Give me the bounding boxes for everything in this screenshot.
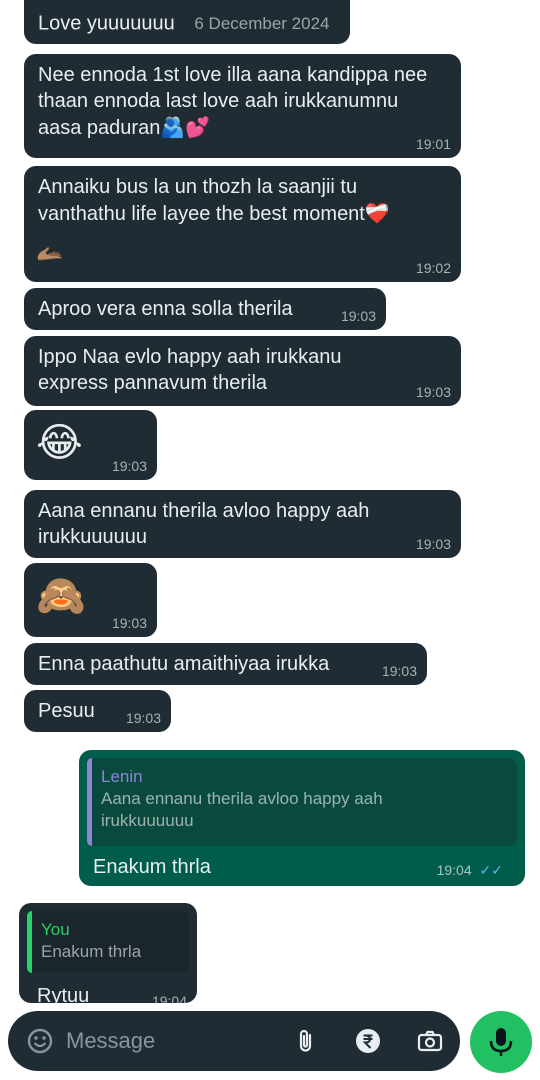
message-text: Aproo vera enna solla therila bbox=[38, 298, 293, 320]
message-input[interactable]: Message bbox=[66, 1028, 155, 1054]
message-time: 19:03 bbox=[125, 710, 161, 726]
see-no-evil-monkey-emoji: 🙈 bbox=[36, 573, 86, 619]
rupee-icon[interactable] bbox=[354, 1027, 382, 1055]
message-bubble[interactable]: Ippo Naa evlo happy aah irukkanu express… bbox=[24, 336, 461, 406]
outgoing-message-bubble[interactable]: Lenin Aana ennanu therila avloo happy aa… bbox=[79, 750, 525, 886]
message-time: 19:03 bbox=[340, 308, 376, 324]
message-time: 19:04 ✓✓ bbox=[437, 862, 503, 878]
mic-button[interactable] bbox=[470, 1011, 532, 1073]
message-time: 19:01 bbox=[415, 136, 451, 152]
quoted-message[interactable]: You Enakum thrla bbox=[27, 911, 189, 973]
message-time: 19:03 bbox=[111, 615, 147, 631]
quote-text: Enakum thrla bbox=[41, 942, 142, 961]
message-time: 19:02 bbox=[415, 260, 451, 276]
message-bubble[interactable]: You Enakum thrla Rytuu 19:04 bbox=[19, 903, 197, 1003]
emoji-message-bubble[interactable]: 🙈 19:03 bbox=[24, 563, 157, 637]
quote-author: You bbox=[41, 920, 70, 939]
message-text: Ippo Naa evlo happy aah irukkanu express… bbox=[38, 346, 342, 394]
mending-heart-emoji: ❤️‍🩹 bbox=[364, 201, 390, 225]
message-bubble[interactable]: Nee ennoda 1st love illa aana kandippa n… bbox=[24, 54, 461, 158]
message-text: Nee ennoda 1st love illa aana kandippa n… bbox=[38, 64, 428, 139]
message-time-value: 19:04 bbox=[436, 862, 472, 878]
message-composer[interactable]: Message bbox=[8, 1011, 460, 1071]
message-text: Aana ennanu therila avloo happy aah iruk… bbox=[38, 500, 370, 548]
quote-bar bbox=[27, 911, 32, 973]
date-chip: 6 December 2024 bbox=[188, 8, 336, 40]
message-bubble[interactable]: Aproo vera enna solla therila 19:03 bbox=[24, 288, 386, 330]
hug-heart-emoji: 🫂💕 bbox=[160, 115, 211, 139]
quote-author: Lenin bbox=[101, 767, 143, 786]
message-time: 19:03 bbox=[415, 536, 451, 552]
message-text: Annaiku bus la un thozh la saanjii tu va… bbox=[38, 176, 365, 225]
message-bubble[interactable]: Enna paathutu amaithiyaa irukka 19:03 bbox=[24, 643, 427, 685]
message-time: 19:04 bbox=[151, 993, 187, 1003]
emoji-icon[interactable] bbox=[26, 1027, 54, 1055]
message-bubble[interactable]: Pesuu 19:03 bbox=[24, 690, 171, 732]
emoji-message-bubble[interactable]: 😂 19:03 bbox=[24, 410, 157, 480]
attach-icon[interactable] bbox=[292, 1027, 320, 1055]
mic-icon bbox=[489, 1028, 513, 1056]
message-time: 19:03 bbox=[381, 663, 417, 679]
message-bubble[interactable]: Annaiku bus la un thozh la saanjii tu va… bbox=[24, 166, 461, 282]
quote-text: Aana ennanu therila avloo happy aah iruk… bbox=[101, 789, 383, 830]
tears-of-joy-emoji: 😂 bbox=[36, 420, 83, 466]
message-text: Enna paathutu amaithiyaa irukka bbox=[38, 653, 330, 675]
message-time: 19:03 bbox=[111, 458, 147, 474]
message-bubble[interactable]: Aana ennanu therila avloo happy aah iruk… bbox=[24, 490, 461, 558]
read-ticks-icon: ✓✓ bbox=[479, 862, 503, 878]
message-bubble[interactable]: Love yuuuuuuu 6 December 2024 bbox=[24, 0, 350, 44]
message-text: Pesuu bbox=[38, 700, 95, 722]
quoted-message[interactable]: Lenin Aana ennanu therila avloo happy aa… bbox=[87, 758, 517, 846]
camera-icon[interactable] bbox=[416, 1027, 444, 1055]
message-text: Love yuuuuuuu bbox=[38, 12, 175, 35]
palm-up-hand-emoji: 🫴🏽 bbox=[36, 242, 64, 267]
message-time: 19:03 bbox=[415, 384, 451, 400]
quote-bar bbox=[87, 758, 92, 846]
